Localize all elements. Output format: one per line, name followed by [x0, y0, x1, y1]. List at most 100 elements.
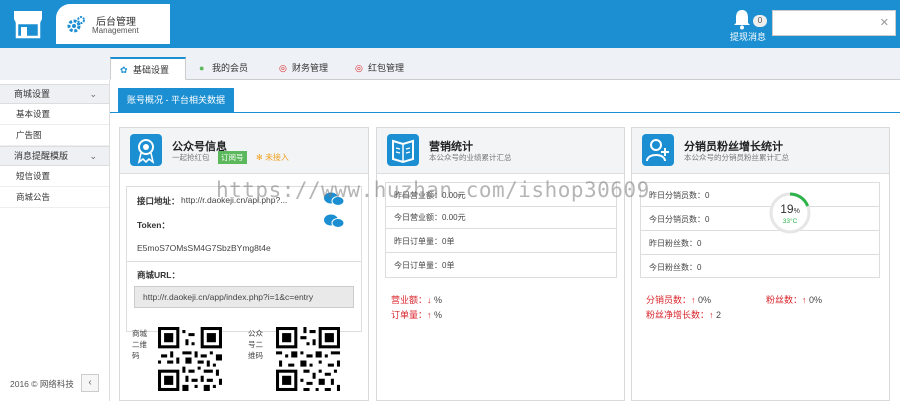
stats-row: 今日分销员数：0: [641, 209, 879, 231]
redpacket-icon: ◎: [355, 63, 363, 73]
tab-label: 财务管理: [292, 63, 329, 73]
row-label: 昨日分销员数：: [649, 191, 705, 200]
row-label: 昨日粉丝数：: [649, 239, 697, 248]
sidebar-item-banner[interactable]: 广告图: [0, 125, 109, 146]
net-fans-trend: 粉丝净增长数：↑ 2: [646, 308, 721, 321]
sidebar-group-label: 商城设置: [14, 89, 51, 99]
user-menu[interactable]: ✕: [772, 10, 896, 36]
tab-redpacket[interactable]: ◎ 红包管理: [346, 57, 420, 80]
tab-members[interactable]: ● 我的会员: [190, 57, 262, 80]
notify-label[interactable]: 提现消息: [730, 30, 766, 43]
gear-icon: [67, 16, 85, 33]
user-icon: ●: [199, 63, 205, 73]
panel-subtitle: 一起抢红包: [172, 153, 210, 162]
gauge-percent: 19%: [769, 202, 811, 216]
sidebar-item-basic-settings[interactable]: 基本设置: [0, 104, 109, 125]
arrow-down-icon: ↓: [427, 295, 432, 305]
row-value: 0: [697, 239, 702, 248]
account-qr-code[interactable]: [276, 326, 340, 392]
store-logo[interactable]: [0, 0, 56, 48]
ledger-icon: [387, 134, 419, 166]
trend-label: 粉丝净增长数：: [646, 310, 710, 320]
brand-subtitle: Management: [92, 26, 139, 35]
panel-subtitle: 本公众号的分销员粉丝累计汇总: [684, 153, 789, 162]
tab-label: 基础设置: [133, 65, 170, 75]
trend-label: 订单量：: [391, 310, 428, 320]
row-value: 0单: [442, 261, 455, 270]
trend-value: %: [434, 295, 443, 305]
stats-row: 今日粉丝数：0: [641, 257, 879, 279]
panel-header: 营销统计 本公众号的业绩累计汇总: [377, 128, 624, 174]
mall-qr-label: 商城二维码: [132, 329, 147, 360]
chevron-down-icon: ⌄: [89, 151, 97, 161]
trend-label: 营业额：: [391, 295, 428, 305]
stats-row: 昨日分销员数：0: [641, 185, 879, 207]
sidebar: 商城设置 ⌄ 基本设置 广告图 消息提醒模版 ⌄ 短信设置 商城公告 2016 …: [0, 80, 110, 401]
arrow-up-icon: ↑: [691, 295, 696, 305]
sidebar-group-mall-settings[interactable]: 商城设置 ⌄: [0, 84, 109, 104]
row-value: 0.00元: [442, 213, 466, 222]
tab-label: 我的会员: [212, 63, 249, 73]
performance-gauge[interactable]: 19% 33°C: [769, 192, 811, 234]
chevron-down-icon: ⌄: [89, 89, 97, 99]
mall-url-label: 商城URL：: [137, 270, 180, 280]
bell-icon[interactable]: [732, 8, 752, 30]
subtab-underline: [110, 112, 900, 113]
trend-label: 粉丝数：: [766, 295, 803, 305]
mall-url-input[interactable]: http://r.daokeji.cn/app/index.php?i=1&c=…: [134, 286, 354, 308]
collapse-sidebar-button[interactable]: ‹: [81, 374, 99, 392]
gauge-unit: %: [793, 208, 800, 215]
stats-row: 今日营业额：0.00元: [386, 207, 616, 229]
status-text: 未接入: [264, 153, 289, 162]
row-label: 昨日订单量：: [394, 237, 442, 246]
panel-subtitle: 本公众号的业绩累计汇总: [429, 153, 512, 162]
sidebar-item-mall-announcement[interactable]: 商城公告: [0, 187, 109, 208]
orders-trend: 订单量：↑ %: [391, 308, 442, 321]
stats-row: 昨日订单量：0单: [386, 231, 616, 253]
fans-trend: 粉丝数：↑ 0%: [766, 293, 822, 306]
tab-finance[interactable]: ◎ 财务管理: [270, 57, 344, 80]
brand-tab[interactable]: 后台管理 Management: [56, 4, 170, 44]
row-label: 今日分销员数：: [649, 215, 705, 224]
mall-qr-code[interactable]: [158, 326, 222, 392]
trend-value: 0%: [809, 295, 823, 305]
badge-icon: [130, 134, 162, 166]
row-value: 0: [705, 191, 710, 200]
connection-status: ✻ 未接入: [256, 153, 289, 162]
account-details-box: 接口地址： http://r.daokeji.cn/api.php?... To…: [126, 186, 362, 332]
wechat-icon: [324, 214, 345, 228]
tab-basic-settings[interactable]: ✿ 基础设置: [110, 57, 186, 80]
token-value[interactable]: E5moS7OMsSM4G7SbzBYmg8t4e: [137, 243, 271, 253]
arrow-up-icon: ↑: [427, 310, 432, 320]
account-info-panel: 公众号信息 一起抢红包 订阅号 ✻ 未接入 接口地址： http://r.dao…: [119, 127, 369, 401]
money-icon: ◎: [279, 63, 287, 73]
revenue-trend: 营业额：↓ %: [391, 293, 442, 306]
growth-stats-table: 昨日分销员数：0 今日分销员数：0 昨日粉丝数：0 今日粉丝数：0: [640, 182, 880, 278]
gauge-temp: 33°C: [782, 218, 798, 225]
panel-header: 公众号信息 一起抢红包 订阅号 ✻ 未接入: [120, 128, 368, 174]
divider: [127, 261, 361, 262]
panel-header: 分销员粉丝增长统计 本公众号的分销员粉丝累计汇总: [632, 128, 889, 174]
close-icon[interactable]: ✕: [880, 16, 889, 29]
row-value: 0: [697, 263, 702, 272]
row-value: 0单: [442, 237, 455, 246]
row-label: 今日订单量：: [394, 261, 442, 270]
sidebar-item-sms-settings[interactable]: 短信设置: [0, 166, 109, 187]
add-user-icon: [642, 134, 674, 166]
trend-label: 分销员数：: [646, 295, 692, 305]
copyright: 2016 © 网络科技: [10, 379, 74, 389]
subtab-account-overview[interactable]: 账号概况 - 平台相关数据: [118, 88, 234, 112]
arrow-up-icon: ↑: [802, 295, 807, 305]
distributor-trend: 分销员数：↑ 0%: [646, 293, 711, 306]
tab-label: 红包管理: [368, 63, 405, 73]
store-icon: [14, 11, 42, 39]
account-qr-label: 公众号二维码: [248, 329, 263, 360]
trend-value: %: [434, 310, 443, 320]
row-value: 0: [705, 215, 710, 224]
main-tabs: ✿ 基础设置 ● 我的会员 ◎ 财务管理 ◎ 红包管理: [110, 57, 900, 80]
sidebar-group-message-templates[interactable]: 消息提醒模版 ⌄: [0, 146, 109, 166]
row-label: 今日粉丝数：: [649, 263, 697, 272]
token-label: Token：: [137, 220, 170, 230]
row-label: 今日营业额：: [394, 213, 442, 222]
trend-value: 0%: [698, 295, 712, 305]
